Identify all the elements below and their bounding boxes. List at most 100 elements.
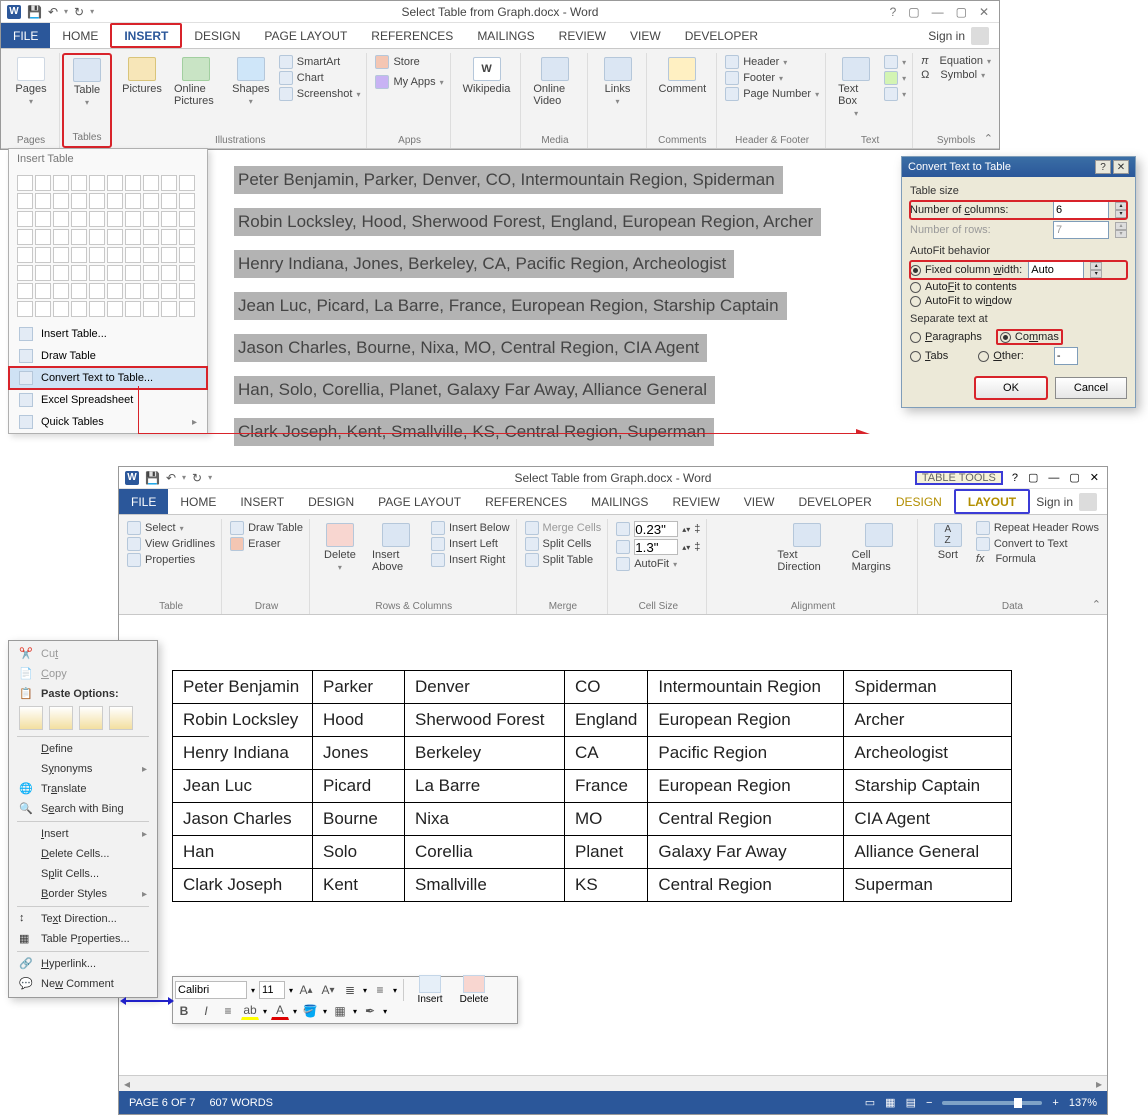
grid-cell[interactable] <box>71 301 87 317</box>
tab-file2[interactable]: FILE <box>119 489 168 514</box>
table-button[interactable]: Table ▾ <box>65 56 109 109</box>
table-cell[interactable]: La Barre <box>405 770 565 803</box>
bullets-icon[interactable]: ≣ <box>341 981 359 999</box>
table-cell[interactable]: European Region <box>648 704 844 737</box>
cancel-button[interactable]: Cancel <box>1055 377 1127 399</box>
grid-cell[interactable] <box>53 265 69 281</box>
grid-cell[interactable] <box>53 301 69 317</box>
cm-define[interactable]: Define <box>9 739 157 759</box>
grid-cell[interactable] <box>179 265 195 281</box>
paste-option-4[interactable] <box>109 706 133 730</box>
zoom-in-button[interactable]: + <box>1052 1097 1058 1109</box>
tab-page-layout[interactable]: PAGE LAYOUT <box>252 23 359 48</box>
highlight-icon[interactable]: ab <box>241 1002 259 1020</box>
cm-delete-cells[interactable]: Delete Cells... <box>9 844 157 864</box>
header-button[interactable]: Header▾ <box>725 55 819 69</box>
grid-cell[interactable] <box>71 229 87 245</box>
tab-view[interactable]: VIEW <box>618 23 673 48</box>
bold-icon[interactable]: B <box>175 1002 193 1020</box>
grid-cell[interactable] <box>89 265 105 281</box>
grid-cell[interactable] <box>53 247 69 263</box>
grid-cell[interactable] <box>89 211 105 227</box>
grid-cell[interactable] <box>161 283 177 299</box>
grid-cell[interactable] <box>71 283 87 299</box>
col-width-input[interactable]: ▴▾ ‡ <box>616 539 700 555</box>
table-cell[interactable]: Corellia <box>405 836 565 869</box>
undo-icon[interactable]: ↶ <box>48 5 58 19</box>
dialog-help-button[interactable]: ? <box>1095 160 1111 174</box>
online-video-button[interactable]: Online Video <box>529 55 580 109</box>
fixed-width-input[interactable] <box>1028 261 1084 279</box>
grid-cell[interactable] <box>17 175 33 191</box>
redo-icon[interactable]: ↻ <box>192 471 202 485</box>
save-icon[interactable]: 💾 <box>145 471 160 485</box>
text-box-button[interactable]: Text Box▾ <box>834 55 878 120</box>
table-cell[interactable]: France <box>565 770 648 803</box>
paragraphs-radio[interactable]: Paragraphs <box>910 331 982 343</box>
wordart-button[interactable]: ▾ <box>884 71 906 85</box>
table-cell[interactable]: Pacific Region <box>648 737 844 770</box>
cm-split-cells[interactable]: Split Cells... <box>9 864 157 884</box>
tab-review[interactable]: REVIEW <box>547 23 618 48</box>
shading-icon[interactable]: 🪣 <box>301 1002 319 1020</box>
zoom-level[interactable]: 137% <box>1069 1097 1097 1109</box>
grid-cell[interactable] <box>107 193 123 209</box>
ncols-input[interactable] <box>1053 201 1109 219</box>
table-cell[interactable]: CA <box>565 737 648 770</box>
view-readmode-icon[interactable]: ▭ <box>865 1096 875 1109</box>
merge-cells-button[interactable]: Merge Cells <box>525 521 602 535</box>
grid-cell[interactable] <box>17 193 33 209</box>
cm-copy[interactable]: 📄Copy <box>9 664 157 684</box>
zoom-out-button[interactable]: − <box>926 1097 932 1109</box>
grid-cell[interactable] <box>179 301 195 317</box>
symbol-button[interactable]: Ω Symbol▾ <box>921 69 991 81</box>
table-cell[interactable]: Jean Luc <box>173 770 313 803</box>
store-button[interactable]: Store <box>375 55 443 69</box>
grid-cell[interactable] <box>143 193 159 209</box>
table-cell[interactable]: KS <box>565 869 648 902</box>
grid-cell[interactable] <box>125 247 141 263</box>
grid-cell[interactable] <box>107 247 123 263</box>
grid-cell[interactable] <box>107 211 123 227</box>
grid-cell[interactable] <box>35 301 51 317</box>
table-cell[interactable]: CIA Agent <box>844 803 1012 836</box>
grid-cell[interactable] <box>179 283 195 299</box>
view-web-icon[interactable]: ▤ <box>906 1096 916 1109</box>
tab-mailings2[interactable]: MAILINGS <box>579 489 660 514</box>
tab-developer2[interactable]: DEVELOPER <box>786 489 883 514</box>
sort-button[interactable]: AZSort <box>926 521 970 563</box>
table-row[interactable]: Jean LucPicardLa BarreFranceEuropean Reg… <box>173 770 1012 803</box>
table-cell[interactable]: Parker <box>313 671 405 704</box>
signin-link[interactable]: Sign in <box>928 29 965 43</box>
comment-button[interactable]: Comment <box>655 55 711 97</box>
wikipedia-button[interactable]: WWikipedia <box>459 55 515 97</box>
myapps-button[interactable]: My Apps ▾ <box>375 75 443 89</box>
shrink-font-icon[interactable]: A▾ <box>319 981 337 999</box>
dialog-close-button[interactable]: ✕ <box>1113 160 1129 174</box>
pictures-button[interactable]: Pictures <box>120 55 164 97</box>
tab-file[interactable]: FILE <box>1 23 50 48</box>
minimize-button[interactable]: — <box>1048 472 1059 484</box>
split-cells-button[interactable]: Split Cells <box>525 537 602 551</box>
online-pictures-button[interactable]: Online Pictures <box>170 55 223 109</box>
grid-cell[interactable] <box>17 247 33 263</box>
grid-cell[interactable] <box>35 211 51 227</box>
grid-cell[interactable] <box>161 229 177 245</box>
quick-parts-button[interactable]: ▾ <box>884 55 906 69</box>
autofit-contents-radio[interactable]: AutoFit to contents <box>910 281 1017 293</box>
grid-cell[interactable] <box>161 247 177 263</box>
grid-cell[interactable] <box>143 229 159 245</box>
grid-cell[interactable] <box>125 175 141 191</box>
tab-review2[interactable]: REVIEW <box>660 489 731 514</box>
grid-cell[interactable] <box>179 247 195 263</box>
grid-cell[interactable] <box>53 211 69 227</box>
grid-cell[interactable] <box>107 229 123 245</box>
fixed-width-radio[interactable]: Fixed column width: <box>910 264 1022 276</box>
redo-icon[interactable]: ↻ <box>74 5 84 19</box>
grid-cell[interactable] <box>71 265 87 281</box>
shapes-button[interactable]: Shapes▾ <box>229 55 273 108</box>
tab-design2[interactable]: DESIGN <box>296 489 366 514</box>
autofit-button[interactable]: AutoFit▾ <box>616 557 700 571</box>
grid-cell[interactable] <box>143 211 159 227</box>
borders-icon[interactable]: ▦ <box>331 1002 349 1020</box>
